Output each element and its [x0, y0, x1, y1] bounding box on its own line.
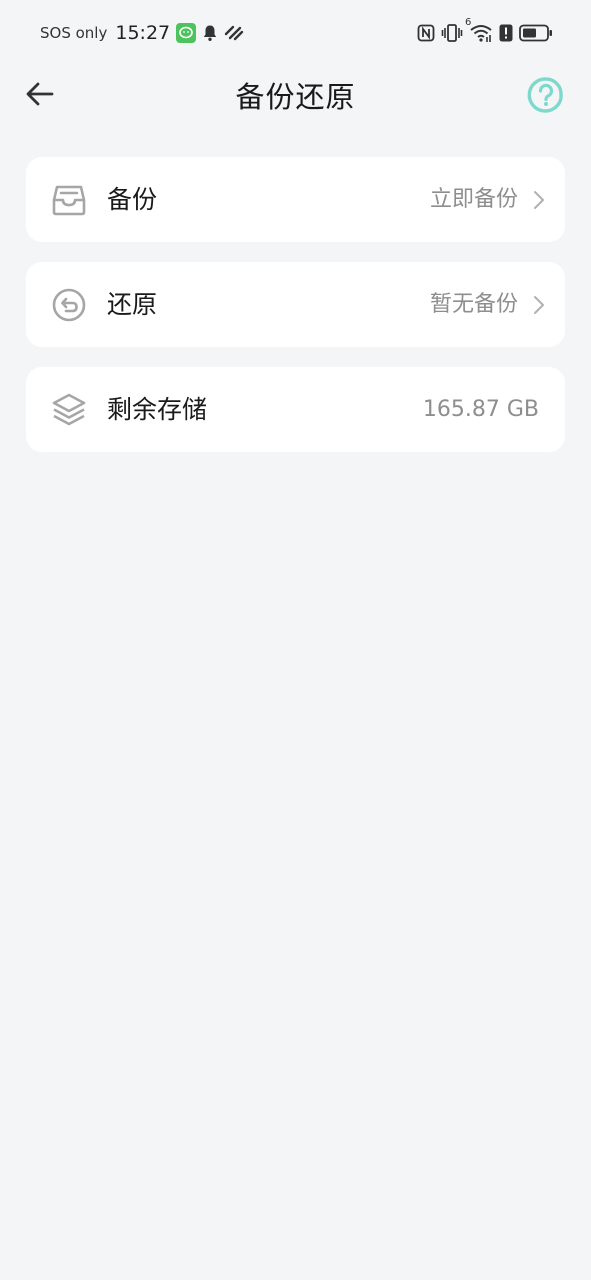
- backup-row[interactable]: 备份 立即备份: [26, 157, 565, 242]
- link-app-icon: [224, 24, 244, 42]
- help-button[interactable]: [527, 76, 565, 114]
- carrier-text: SOS only: [40, 24, 108, 42]
- page-title: 备份还原: [235, 80, 356, 114]
- layers-icon: [50, 391, 88, 429]
- vibrate-icon: [441, 23, 463, 43]
- no-backup-text: 暂无备份: [429, 292, 518, 317]
- status-bar-left: SOS only 15:27: [40, 20, 244, 46]
- clock-time: 15:27: [115, 22, 171, 44]
- bell-icon: [202, 24, 218, 42]
- restore-label: 还原: [107, 290, 158, 319]
- help-icon: [527, 77, 563, 113]
- storage-label: 剩余存储: [107, 395, 208, 424]
- restore-row[interactable]: 还原 暂无备份: [26, 262, 565, 347]
- nfc-icon: [417, 24, 435, 42]
- app-header: 备份还原: [0, 66, 591, 122]
- status-bar-right: 6: [417, 17, 553, 46]
- status-bar: SOS only 15:27 6: [0, 0, 591, 66]
- storage-value: 165.87 GB: [422, 397, 539, 422]
- backup-now-text: 立即备份: [429, 187, 518, 212]
- wechat-app-icon: [176, 23, 197, 43]
- alert-icon: [499, 24, 513, 42]
- storage-row: 剩余存储 165.87 GB: [26, 367, 565, 452]
- chevron-right-icon: [534, 296, 544, 314]
- wifi-icon: 6: [465, 17, 493, 43]
- undo-circle-icon: [50, 286, 88, 324]
- backup-label: 备份: [107, 185, 158, 214]
- battery-icon: [519, 24, 553, 42]
- inbox-tray-icon: [50, 181, 88, 219]
- chevron-right-icon: [534, 191, 544, 209]
- wifi-version-text: 6: [465, 17, 472, 28]
